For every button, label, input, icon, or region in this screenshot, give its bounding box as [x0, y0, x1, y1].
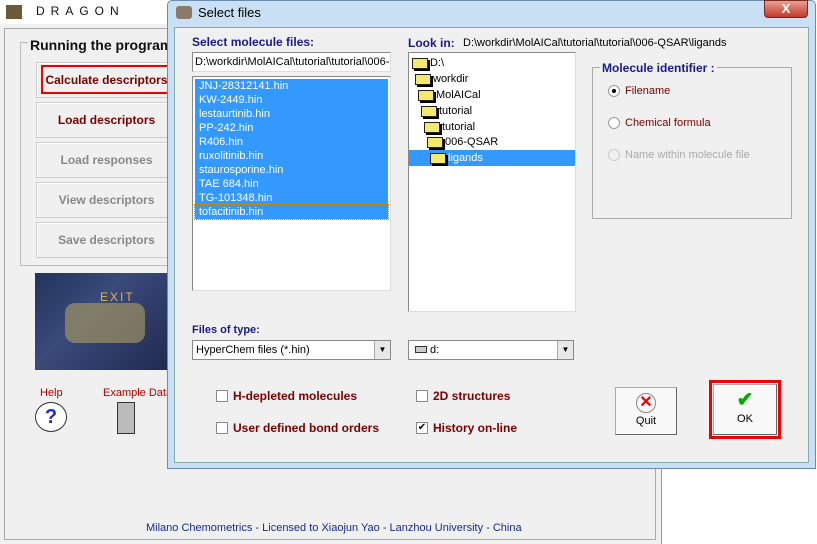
h-depleted-label: H-depleted molecules — [233, 389, 358, 403]
file-item[interactable]: lestaurtinib.hin — [195, 107, 388, 121]
2d-structures-label: 2D structures — [433, 389, 511, 403]
lion-figure — [65, 303, 145, 343]
chevron-down-icon: ▼ — [374, 341, 390, 359]
history-online-label: History on-line — [433, 421, 518, 435]
file-list[interactable]: JNJ-28312141.hin KW-2449.hin lestaurtini… — [192, 76, 391, 291]
drive-icon — [415, 346, 427, 353]
red-x-icon: ✕ — [636, 393, 656, 413]
file-item[interactable]: R406.hin — [195, 135, 388, 149]
history-online-checkbox[interactable]: ✔ — [416, 422, 428, 434]
tree-label: workdir — [433, 73, 469, 85]
green-check-icon: ✔ — [736, 389, 754, 411]
quit-button[interactable]: ✕ Quit — [615, 387, 677, 435]
exit-image-button[interactable]: EXIT — [35, 273, 170, 370]
h-depleted-checkbox[interactable] — [216, 390, 228, 402]
folder-icon — [418, 89, 434, 101]
bond-orders-checkbox[interactable] — [216, 422, 228, 434]
filename-label: Filename — [625, 85, 671, 97]
group-title: Running the program — [28, 37, 175, 53]
save-descriptors-button[interactable]: Save descriptors — [36, 222, 176, 258]
2d-structures-checkbox[interactable] — [416, 390, 428, 402]
file-item[interactable]: PP-242.hin — [195, 121, 388, 135]
file-item[interactable]: TG-101348.hin — [195, 191, 388, 205]
help-label: Help — [40, 387, 63, 399]
files-of-type-label: Files of type: — [192, 324, 260, 336]
drive-select[interactable]: d: ▼ — [408, 340, 574, 360]
file-cabinet-icon[interactable] — [117, 402, 135, 434]
select-files-label: Select molecule files: — [192, 35, 315, 49]
tree-item[interactable]: tutorial — [424, 119, 475, 135]
tree-label: tutorial — [442, 121, 476, 133]
view-descriptors-button[interactable]: View descriptors — [36, 182, 176, 218]
exit-label: EXIT — [100, 290, 135, 304]
molecule-identifier-group — [592, 67, 792, 219]
file-item[interactable]: JNJ-28312141.hin — [195, 79, 388, 93]
main-title: DRAGON — [36, 4, 125, 18]
load-descriptors-button[interactable]: Load descriptors — [36, 102, 176, 138]
tree-item[interactable]: workdir — [415, 71, 468, 87]
tree-label: D:\ — [430, 57, 445, 69]
filename-radio[interactable] — [608, 85, 620, 97]
file-item[interactable]: tofacitinib.hin — [194, 204, 389, 220]
load-responses-button[interactable]: Load responses — [36, 142, 176, 178]
molecule-identifier-title: Molecule identifier : — [600, 61, 717, 75]
look-in-path: D:\workdir\MolAICal\tutorial\tutorial\00… — [463, 37, 727, 49]
name-within-file-radio[interactable] — [608, 149, 620, 161]
folder-icon — [421, 105, 437, 117]
tree-item-selected[interactable]: ligands — [409, 150, 575, 166]
dialog-icon — [176, 6, 192, 19]
folder-icon — [430, 152, 446, 164]
tree-item[interactable]: 006-QSAR — [427, 134, 498, 150]
highlight-outline — [41, 65, 172, 94]
name-within-file-label: Name within molecule file — [625, 149, 750, 161]
files-of-type-select[interactable]: HyperChem files (*.hin) ▼ — [192, 340, 391, 360]
tree-item[interactable]: MolAICal — [418, 87, 481, 103]
tree-label: ligands — [448, 152, 483, 164]
ok-button[interactable]: ✔ OK — [713, 384, 777, 435]
help-icon[interactable]: ? — [35, 402, 67, 432]
tree-label: MolAICal — [436, 89, 481, 101]
ok-label: OK — [737, 413, 753, 425]
close-button[interactable]: X — [764, 0, 808, 18]
folder-icon — [412, 57, 428, 69]
chemical-formula-radio[interactable] — [608, 117, 620, 129]
path-input[interactable]: D:\workdir\MolAICal\tutorial\tutorial\00… — [192, 52, 391, 72]
example-data-label: Example Data — [103, 387, 173, 399]
file-item[interactable]: ruxolitinib.hin — [195, 149, 388, 163]
file-item[interactable]: KW-2449.hin — [195, 93, 388, 107]
quit-label: Quit — [635, 415, 657, 427]
tree-label: 006-QSAR — [445, 136, 499, 148]
license-footer: Milano Chemometrics - Licensed to Xiaoju… — [146, 522, 522, 534]
drive-value: d: — [430, 344, 440, 356]
folder-icon — [424, 121, 440, 133]
look-in-label: Look in: — [408, 36, 455, 50]
file-item[interactable]: staurosporine.hin — [195, 163, 388, 177]
folder-tree[interactable]: D:\ workdir MolAICal tutorial tutorial 0… — [408, 52, 576, 312]
chevron-down-icon: ▼ — [557, 341, 573, 359]
files-of-type-value: HyperChem files (*.hin) — [196, 344, 310, 356]
bond-orders-label: User defined bond orders — [233, 421, 380, 435]
folder-icon — [415, 73, 431, 85]
dialog-title: Select files — [198, 5, 261, 20]
tree-item[interactable]: D:\ — [412, 55, 444, 71]
file-item[interactable]: TAE 684.hin — [195, 177, 388, 191]
tree-label: tutorial — [439, 105, 473, 117]
dragon-app-icon — [6, 5, 22, 19]
folder-icon — [427, 136, 443, 148]
chemical-formula-label: Chemical formula — [625, 117, 711, 129]
tree-item[interactable]: tutorial — [421, 103, 472, 119]
